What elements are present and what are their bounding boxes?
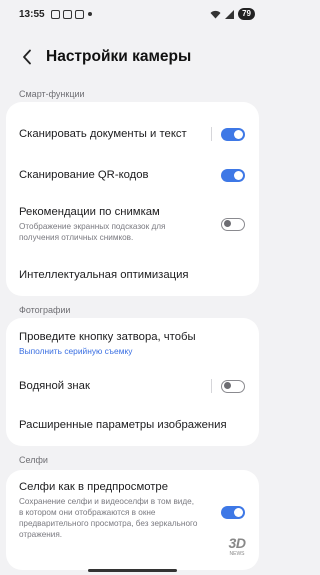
page-header: Настройки камеры xyxy=(0,44,265,70)
setting-watermark[interactable]: Водяной знак xyxy=(6,375,259,397)
scan-docs-toggle[interactable] xyxy=(221,127,245,141)
signal-icon xyxy=(225,9,235,19)
shot-suggestions-toggle[interactable] xyxy=(221,217,245,231)
battery-level: 79 xyxy=(238,8,255,20)
screenshot-icon xyxy=(50,9,60,19)
gesture-bar xyxy=(0,565,265,575)
page-title: Настройки камеры xyxy=(46,48,192,65)
wifi-icon xyxy=(210,10,221,18)
chevron-left-icon xyxy=(23,49,31,65)
shot-suggestions-label: Рекомендации по снимкам xyxy=(19,206,160,218)
section-label-smart: Смарт-функции xyxy=(19,89,85,99)
setting-advanced-image[interactable]: Расширенные параметры изображения xyxy=(6,414,259,436)
brand-watermark: 3D NEWS xyxy=(213,535,261,565)
watermark-toggle[interactable] xyxy=(221,379,245,393)
setting-intelligent-optimization[interactable]: Интеллектуальная оптимизация xyxy=(6,264,259,286)
advanced-image-label: Расширенные параметры изображения xyxy=(19,418,227,431)
setting-shot-suggestions[interactable]: Рекомендации по снимкам Отображение экра… xyxy=(6,203,259,245)
shot-suggestions-description: Отображение экранных подсказок для получ… xyxy=(19,222,166,242)
scan-qr-toggle[interactable] xyxy=(221,168,245,182)
watermark-label: Водяной знак xyxy=(19,379,90,392)
setting-scan-qr[interactable]: Сканирование QR-кодов xyxy=(6,164,259,186)
check-icon xyxy=(74,9,84,19)
swipe-shutter-label: Проведите кнопку затвора, чтобы xyxy=(19,330,196,343)
status-bar: 13:55 79 xyxy=(0,0,265,28)
swipe-shutter-value: Выполнить серийную съемку xyxy=(19,345,133,356)
selfie-preview-toggle[interactable] xyxy=(221,506,245,519)
back-button[interactable] xyxy=(18,48,36,66)
section-label-selfie: Селфи xyxy=(19,455,48,465)
brand-logo: 3D xyxy=(228,535,246,551)
scan-qr-label: Сканирование QR-кодов xyxy=(19,168,149,181)
more-notifications-icon xyxy=(87,12,92,16)
status-time: 13:55 xyxy=(19,8,45,20)
brand-tagline: NEWS xyxy=(229,551,245,557)
row-divider xyxy=(211,127,212,141)
setting-scan-docs[interactable]: Сканировать документы и текст xyxy=(6,114,259,154)
card-smart: Сканировать документы и текст Сканирован… xyxy=(6,102,259,296)
home-indicator[interactable] xyxy=(88,569,177,572)
image-icon xyxy=(62,9,72,19)
selfie-preview-description: Сохранение селфи и видеоселфи в том виде… xyxy=(19,497,198,539)
scan-docs-label: Сканировать документы и текст xyxy=(19,127,187,140)
section-label-photos: Фотографии xyxy=(19,305,71,315)
selfie-preview-label: Селфи как в предпросмотре xyxy=(19,481,168,493)
intelligent-optimization-label: Интеллектуальная оптимизация xyxy=(19,268,189,281)
card-photos: Проведите кнопку затвора, чтобы Выполнит… xyxy=(6,318,259,446)
setting-swipe-shutter[interactable]: Проведите кнопку затвора, чтобы Выполнит… xyxy=(6,327,259,359)
notification-icons xyxy=(50,9,92,19)
row-divider xyxy=(211,379,212,393)
